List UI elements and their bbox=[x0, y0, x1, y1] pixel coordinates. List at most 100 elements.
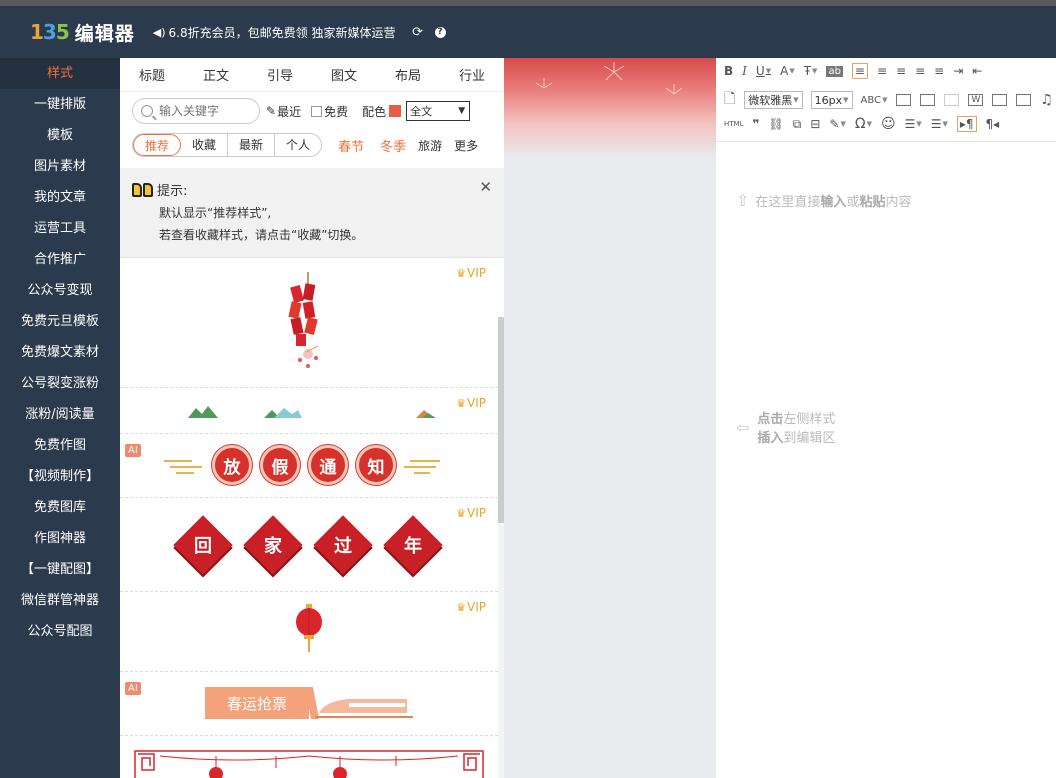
unordered-list-icon[interactable]: ☰ ▼ bbox=[931, 117, 948, 131]
filter-latest[interactable]: 最新 bbox=[228, 134, 276, 156]
copy-format-icon[interactable] bbox=[944, 94, 960, 106]
highlight-icon[interactable]: ab bbox=[826, 65, 843, 77]
tag-travel[interactable]: 旅游 bbox=[418, 137, 442, 154]
notice-text: 6.8折充会员，包邮免费领 独家新媒体运营 bbox=[168, 25, 396, 40]
sidebar-item[interactable]: 运营工具 bbox=[0, 213, 120, 244]
sidebar-item[interactable]: 合作推广 bbox=[0, 244, 120, 275]
insert-image-icon[interactable] bbox=[992, 94, 1008, 106]
notice[interactable]: ◀) 6.8折充会员，包邮免费领 独家新媒体运营 bbox=[153, 24, 401, 41]
special-char-icon[interactable]: Ω ▼ bbox=[855, 116, 872, 132]
lantern-image bbox=[296, 604, 322, 652]
tag-spring-festival[interactable]: 春节 bbox=[338, 136, 364, 155]
outdent-icon[interactable]: ⇤ bbox=[972, 64, 982, 78]
font-color-icon[interactable]: A ▼ bbox=[780, 64, 795, 78]
style-item-lantern[interactable]: ♛ VIP bbox=[120, 592, 498, 672]
paragraph-rtl-icon[interactable]: ¶◂ bbox=[986, 117, 1000, 131]
html-icon[interactable]: HTML bbox=[724, 120, 743, 128]
style-item-mountains[interactable]: ♛ VIP bbox=[120, 388, 498, 434]
free-option[interactable]: 免费 bbox=[311, 103, 348, 120]
style-item-ticket[interactable]: AI 春运抢票 bbox=[120, 672, 498, 736]
color-option[interactable]: 配色 bbox=[362, 103, 402, 120]
quote-icon[interactable]: ❞ bbox=[752, 117, 759, 131]
image-block-icon[interactable] bbox=[920, 94, 936, 106]
underline-icon[interactable]: U ▼ bbox=[756, 64, 771, 78]
category-tab[interactable]: 布局 bbox=[395, 65, 421, 84]
italic-icon[interactable]: I bbox=[742, 64, 747, 78]
sidebar-item[interactable]: 图片素材 bbox=[0, 151, 120, 182]
new-document-icon[interactable]: 🗋 bbox=[724, 88, 735, 112]
music-icon[interactable]: ♫ bbox=[1040, 92, 1053, 108]
tag-winter[interactable]: 冬季 bbox=[380, 136, 406, 155]
align-right-icon[interactable]: ≡ bbox=[896, 64, 906, 78]
crown-icon: ♛ bbox=[456, 506, 467, 520]
sidebar-item[interactable]: 一键排版 bbox=[0, 89, 120, 120]
bold-icon[interactable]: B bbox=[724, 64, 733, 78]
search-input[interactable] bbox=[159, 104, 249, 118]
style-item-holiday-notice[interactable]: AI 放 假 通 知 bbox=[120, 434, 498, 498]
sidebar-item[interactable]: 免费爆文素材 bbox=[0, 337, 120, 368]
sidebar-item[interactable]: 公号裂变涨粉 bbox=[0, 368, 120, 399]
sidebar-item[interactable]: 【视频制作】 bbox=[0, 461, 120, 492]
ordered-list-icon[interactable]: ☰ ▼ bbox=[905, 117, 922, 131]
search-box[interactable] bbox=[132, 98, 260, 124]
sidebar-item[interactable]: 公众号配图 bbox=[0, 616, 120, 647]
style-item-lantern-frame[interactable] bbox=[120, 736, 498, 778]
scope-select[interactable]: 全文 ▼ bbox=[406, 101, 471, 121]
recent-option[interactable]: ✎ 最近 bbox=[266, 103, 301, 120]
sidebar-item[interactable]: 【一键配图】 bbox=[0, 554, 120, 585]
sidebar-item[interactable]: 微信群管神器 bbox=[0, 585, 120, 616]
filter-recommended[interactable]: 推荐 bbox=[133, 134, 182, 156]
sidebar-item[interactable]: 公众号变现 bbox=[0, 275, 120, 306]
distributed-icon[interactable]: ≡ bbox=[934, 64, 944, 78]
filter-favorites[interactable]: 收藏 bbox=[181, 134, 229, 156]
style-item-firecracker[interactable]: ♛ VIP bbox=[120, 258, 498, 388]
category-tab[interactable]: 引导 bbox=[267, 65, 293, 84]
vip-badge: ♛ VIP bbox=[456, 506, 486, 520]
hint-line: 插入到编辑区 bbox=[757, 427, 835, 446]
align-justify-icon[interactable]: ≡ bbox=[915, 64, 925, 78]
align-center-icon[interactable]: ≡ bbox=[877, 64, 887, 78]
close-icon[interactable]: ✕ bbox=[479, 178, 492, 196]
unlink-icon[interactable]: ⧉ bbox=[793, 117, 802, 132]
category-tab[interactable]: 行业 bbox=[459, 65, 485, 84]
format-painter-icon[interactable]: ⊟ bbox=[810, 117, 820, 131]
align-left-icon[interactable]: ≡ bbox=[851, 63, 868, 79]
link-icon[interactable]: ⛓ bbox=[769, 117, 784, 131]
sidebar-item[interactable]: 免费图库 bbox=[0, 492, 120, 523]
emoji-icon[interactable]: ☺ bbox=[881, 116, 896, 132]
indent-icon[interactable]: ⇥ bbox=[953, 64, 963, 78]
font-size-select[interactable]: 16px ▼ bbox=[810, 91, 853, 109]
font-style-icon[interactable]: Ŧ ▼ bbox=[804, 64, 818, 78]
crown-icon: ♛ bbox=[456, 266, 467, 280]
style-item-go-home[interactable]: ♛ VIP 回 家 过 年 bbox=[120, 498, 498, 592]
word-import-icon[interactable]: W bbox=[968, 94, 984, 106]
logo[interactable]: 135 编辑器 bbox=[30, 19, 135, 46]
free-checkbox[interactable] bbox=[311, 105, 323, 117]
letter-spacing-icon[interactable]: ABC ▼ bbox=[861, 95, 888, 106]
tag-more[interactable]: 更多 bbox=[454, 137, 478, 154]
sidebar-item[interactable]: 样式 bbox=[0, 58, 120, 89]
filter-personal[interactable]: 个人 bbox=[275, 134, 321, 156]
sidebar-item[interactable]: 免费作图 bbox=[0, 430, 120, 461]
festive-banner bbox=[504, 58, 716, 158]
category-tab[interactable]: 图文 bbox=[331, 65, 357, 84]
refresh-icon[interactable]: ⟳ bbox=[411, 25, 425, 40]
sidebar-item[interactable]: 作图神器 bbox=[0, 523, 120, 554]
table-icon[interactable] bbox=[896, 94, 912, 106]
paragraph-ltr-icon[interactable]: ▸¶ bbox=[956, 116, 977, 132]
home-char-tile: 家 bbox=[243, 515, 303, 575]
editor-placeholder-hint[interactable]: ⇧ 在这里直接 输入或粘贴 内容 bbox=[736, 191, 911, 210]
hint-text: 到编辑区 bbox=[783, 431, 836, 446]
multi-image-icon[interactable] bbox=[1016, 94, 1032, 106]
sidebar-item[interactable]: 我的文章 bbox=[0, 182, 120, 213]
category-tab[interactable]: 正文 bbox=[203, 65, 229, 84]
sidebar-item[interactable]: 免费元旦模板 bbox=[0, 306, 120, 337]
sidebar-item[interactable]: 模板 bbox=[0, 120, 120, 151]
home-char-tile: 回 bbox=[173, 515, 233, 575]
sidebar-item[interactable]: 涨粉/阅读量 bbox=[0, 399, 120, 430]
help-icon[interactable]: ? bbox=[434, 26, 446, 38]
category-tab[interactable]: 标题 bbox=[139, 65, 165, 84]
edit-icon[interactable]: ✎ ▼ bbox=[829, 117, 845, 131]
font-family-select[interactable]: 微软雅黑 ▼ bbox=[744, 91, 803, 109]
color-swatch[interactable] bbox=[389, 105, 402, 117]
